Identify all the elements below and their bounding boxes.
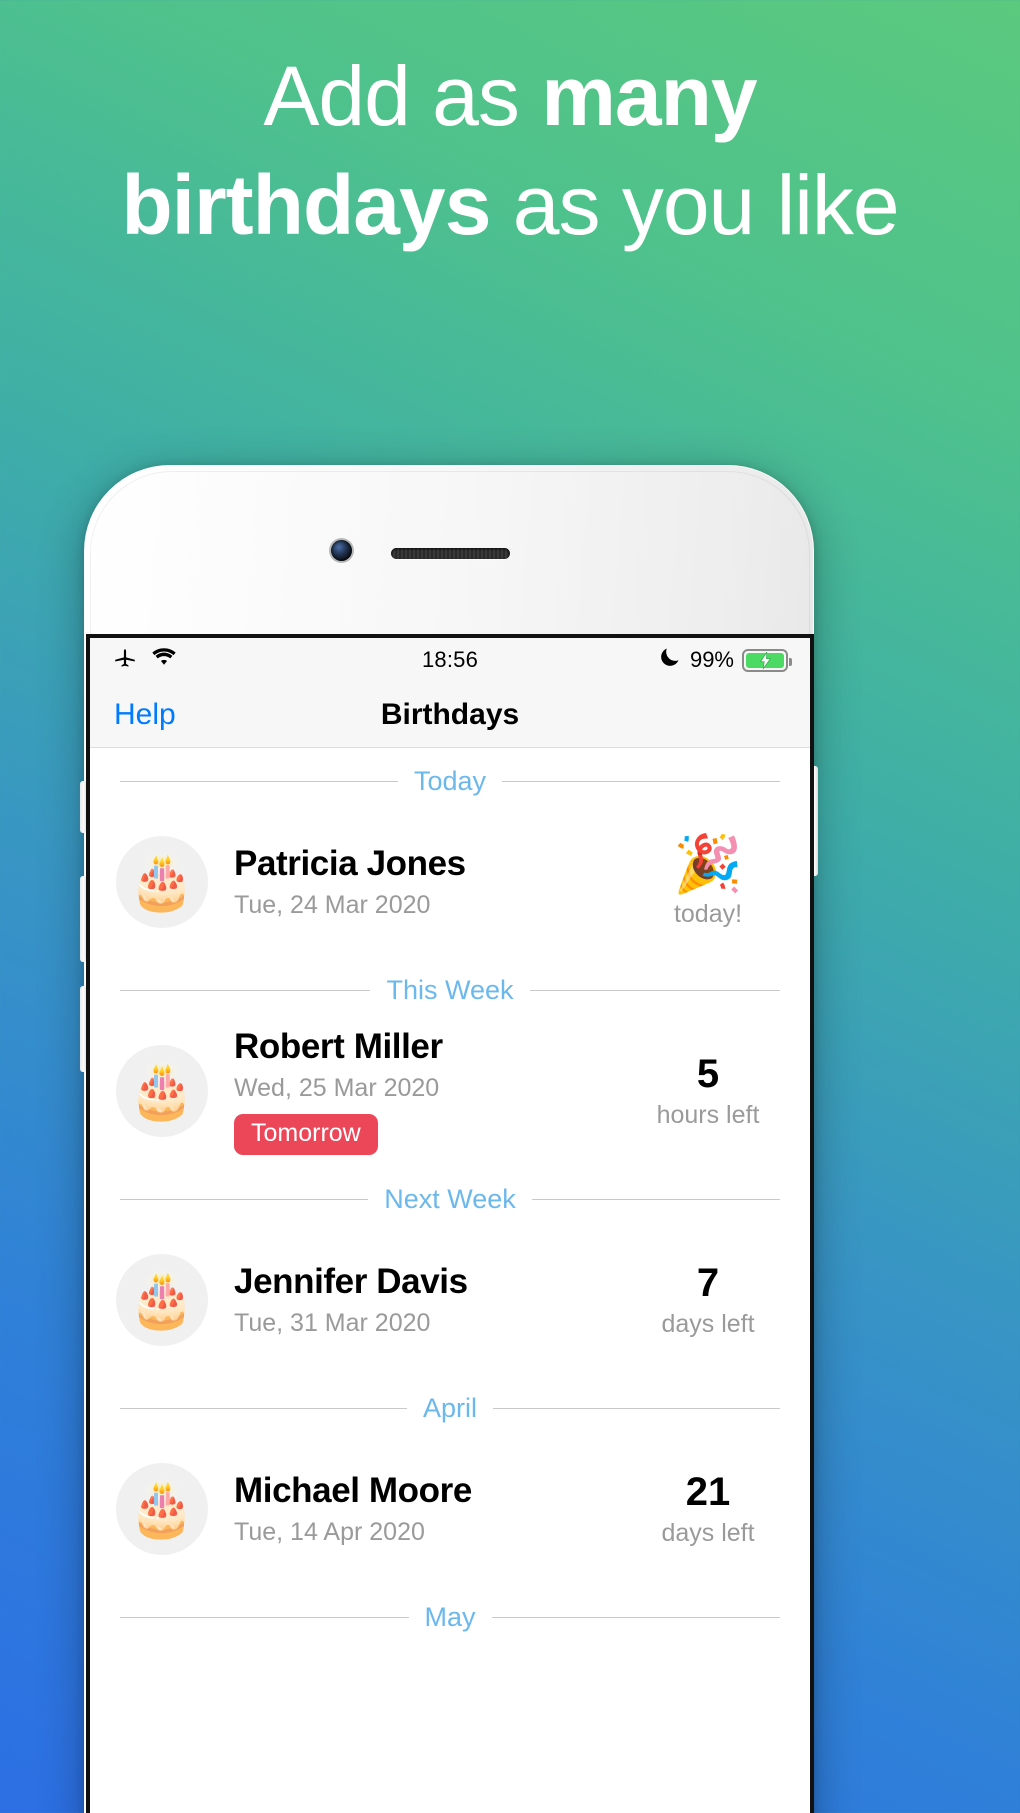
- section-rule-right: [493, 1408, 781, 1409]
- person-name: Patricia Jones: [234, 844, 466, 883]
- countdown: 🎉 today!: [636, 831, 786, 929]
- section-rule-left: [120, 990, 371, 991]
- front-camera-icon: [331, 540, 352, 561]
- section-header: Today: [90, 748, 810, 807]
- section-header-label: This Week: [386, 975, 514, 1005]
- promo-headline: Add as many birthdays as you like: [0, 42, 1020, 260]
- section-header: April: [90, 1375, 810, 1434]
- countdown-label: days left: [661, 1309, 755, 1338]
- section-rule-right: [529, 990, 781, 991]
- birthday-row[interactable]: 🎂 Michael Moore Tue, 14 Apr 2020 21 days lef…: [90, 1434, 810, 1584]
- battery-fill: [746, 651, 784, 669]
- screen-bezel: 18:56 99% Help Birthdays Today 🎂 Patrici…: [86, 634, 814, 1813]
- section-header-label: May: [424, 1602, 476, 1632]
- status-bar-left: [112, 644, 422, 676]
- birthday-cake-emoji: 🎂: [116, 836, 208, 928]
- countdown: 7 days left: [636, 1262, 786, 1339]
- wifi-icon: [150, 646, 178, 674]
- phone-screen: 18:56 99% Help Birthdays Today 🎂 Patrici…: [90, 638, 810, 1813]
- countdown-label: days left: [661, 1518, 755, 1547]
- birthday-row-details: Jennifer Davis Tue, 31 Mar 2020: [208, 1262, 636, 1338]
- birthday-date: Wed, 25 Mar 2020: [234, 1074, 440, 1102]
- birthday-date: Tue, 14 Apr 2020: [234, 1518, 425, 1546]
- headline-segment: Add as: [263, 49, 542, 143]
- birthday-row[interactable]: 🎂 Patricia Jones Tue, 24 Mar 2020 🎉 today!: [90, 807, 810, 957]
- birthday-list[interactable]: Today 🎂 Patricia Jones Tue, 24 Mar 2020 🎉 tod…: [90, 748, 810, 1643]
- section-header-label: April: [423, 1393, 478, 1423]
- section-header: Next Week: [90, 1166, 810, 1225]
- status-bar: 18:56 99%: [90, 638, 810, 682]
- section-rule-left: [120, 1617, 409, 1618]
- birthday-row-details: Michael Moore Tue, 14 Apr 2020: [208, 1471, 636, 1547]
- do-not-disturb-moon-icon: [658, 645, 682, 675]
- section-header-label: Today: [413, 766, 487, 796]
- birthday-row-details: Robert Miller Wed, 25 Mar 2020 Tomorrow: [208, 1027, 636, 1155]
- navigation-bar: Help Birthdays: [90, 682, 810, 748]
- airplane-mode-icon: [112, 644, 138, 676]
- person-name: Michael Moore: [234, 1471, 472, 1510]
- birthday-cake-emoji: 🎂: [116, 1254, 208, 1346]
- charging-bolt-icon: [759, 651, 771, 669]
- countdown: 21 days left: [636, 1471, 786, 1548]
- birthday-date: Tue, 31 Mar 2020: [234, 1309, 431, 1337]
- countdown-label: hours left: [656, 1100, 760, 1129]
- page-title: Birthdays: [380, 697, 520, 731]
- headline-segment: many: [541, 49, 757, 143]
- battery-percentage: 99%: [689, 647, 734, 672]
- earpiece-speaker-icon: [391, 548, 510, 559]
- section-header: This Week: [90, 957, 810, 1016]
- battery-charging-icon: [742, 648, 792, 672]
- section-header-label: Next Week: [384, 1184, 516, 1214]
- section-rule-right: [502, 781, 780, 782]
- section-rule-left: [120, 1199, 369, 1200]
- countdown-number: 21: [685, 1469, 731, 1514]
- countdown: 5 hours left: [636, 1053, 786, 1130]
- headline-segment: birthdays: [121, 158, 491, 252]
- countdown-number: 7: [696, 1260, 720, 1305]
- person-name: Robert Miller: [234, 1027, 443, 1066]
- birthday-row-details: Patricia Jones Tue, 24 Mar 2020: [208, 844, 636, 920]
- birthday-cake-emoji: 🎂: [116, 1045, 208, 1137]
- section-header: May: [90, 1584, 810, 1643]
- status-bar-right: 99%: [478, 645, 792, 675]
- section-rule-right: [531, 1199, 781, 1200]
- party-popper-emoji: 🎉: [673, 831, 743, 895]
- countdown-label: today!: [673, 899, 743, 928]
- birthday-date: Tue, 24 Mar 2020: [234, 891, 431, 919]
- status-bar-time: 18:56: [421, 647, 479, 672]
- countdown-number: 5: [696, 1051, 720, 1096]
- status-badge: Tomorrow: [234, 1114, 378, 1155]
- birthday-row[interactable]: 🎂 Jennifer Davis Tue, 31 Mar 2020 7 days lef…: [90, 1225, 810, 1375]
- birthday-cake-emoji: 🎂: [116, 1463, 208, 1555]
- birthday-row[interactable]: 🎂 Robert Miller Wed, 25 Mar 2020 Tomorrow 5 h…: [90, 1016, 810, 1166]
- section-rule-right: [491, 1617, 781, 1618]
- phone-mockup: 18:56 99% Help Birthdays Today 🎂 Patrici…: [80, 465, 818, 1813]
- section-rule-left: [120, 1408, 407, 1409]
- section-rule-left: [120, 781, 398, 782]
- person-name: Jennifer Davis: [234, 1262, 468, 1301]
- headline-segment: as you like: [490, 158, 900, 252]
